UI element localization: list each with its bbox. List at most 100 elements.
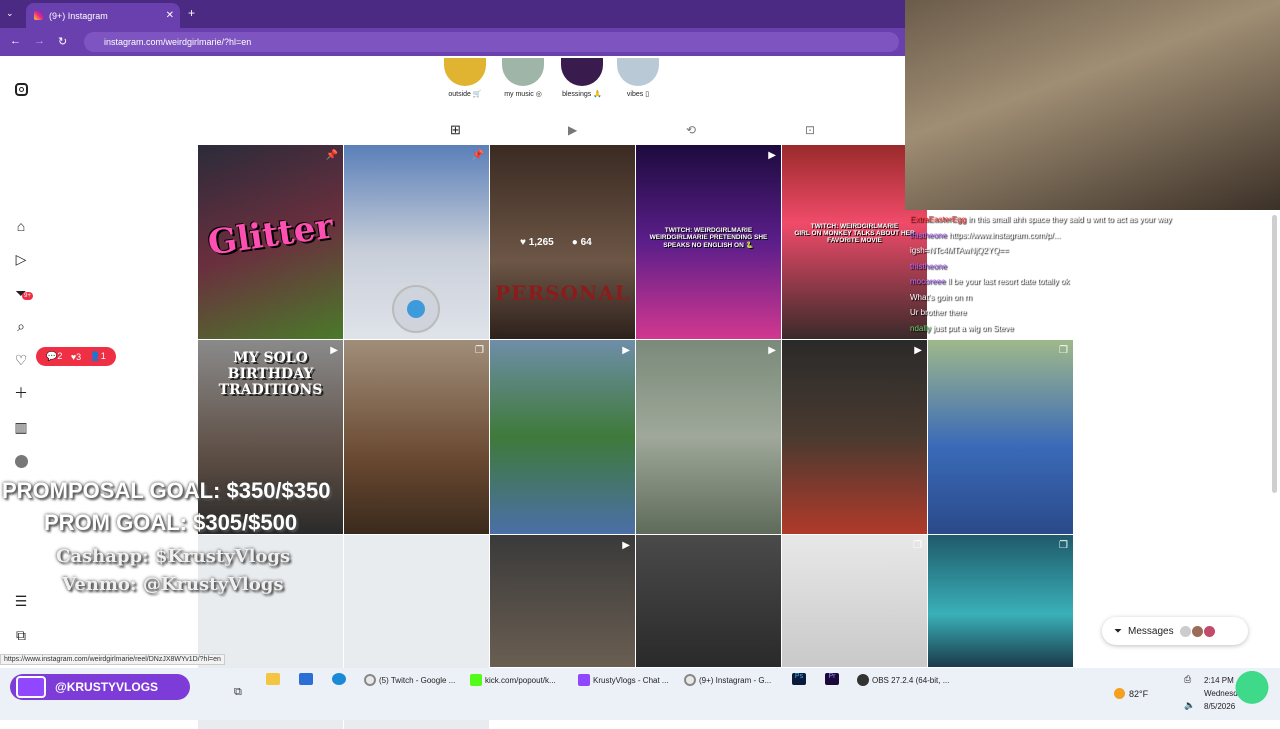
- tagged-tab-icon[interactable]: ⊡: [805, 123, 815, 137]
- post-tile[interactable]: 📌: [344, 145, 489, 339]
- post-tile[interactable]: ▶ MY SOLO BIRTHDAY TRADITIONS: [198, 340, 343, 534]
- instagram-favicon-icon: [34, 11, 43, 20]
- home-icon[interactable]: ⌂: [12, 217, 30, 235]
- chat-line: What's goin on rn: [910, 292, 973, 302]
- post-tile[interactable]: ❐: [344, 340, 489, 534]
- notification-badge: 9+: [22, 292, 33, 300]
- reposts-tab-icon[interactable]: ⟲: [686, 123, 696, 137]
- task-view-icon[interactable]: ⧉: [234, 686, 242, 699]
- file-explorer-icon[interactable]: [266, 673, 280, 685]
- post-overlay-text: TWITCH: WEIRDGIRLMARIE GIRL ON MONKEY TA…: [794, 223, 915, 244]
- new-tab-icon[interactable]: +: [188, 6, 195, 20]
- chat-line: thistheone https://www.instagram.com/p/.…: [910, 230, 1061, 240]
- stream-handle-badge: @KRUSTYVLOGS: [10, 674, 190, 700]
- post-tile[interactable]: ❐: [928, 340, 1073, 534]
- highlight-cover: [502, 58, 544, 86]
- highlight-cover: [444, 58, 486, 86]
- more-menu-icon[interactable]: ☰: [12, 592, 30, 610]
- post-tile-hovered[interactable]: ♥ 1,265 ● 64 PERSONAL: [490, 145, 635, 339]
- also-from-meta-icon[interactable]: ⧉: [12, 626, 30, 644]
- tab-close-icon[interactable]: ✕: [166, 10, 174, 21]
- promposal-goal: PROMPOSAL GOAL: $350/$350: [2, 478, 331, 503]
- krusty-crab-logo: [1230, 664, 1274, 716]
- activity-pill[interactable]: 💬2 ♥3 👤1: [36, 347, 116, 366]
- ipod-wheel-icon: [392, 285, 440, 333]
- reel-icon: ▶: [914, 345, 922, 356]
- webcam-feed: [905, 0, 1280, 210]
- highlight-label: blessings 🙏: [562, 91, 602, 98]
- reels-icon[interactable]: ▷: [12, 250, 30, 268]
- url-text: instagram.com/weirdgirlmarie/?hl=en: [104, 37, 252, 47]
- highlight-blessings[interactable]: blessings 🙏: [553, 58, 611, 98]
- chat-line: igsh=NTc4MTAwNjQ2YQ==: [910, 246, 1009, 255]
- highlight-label: my music ◎: [504, 91, 542, 98]
- reel-icon: ▶: [768, 345, 776, 356]
- messages-filter-icon[interactable]: ⏷ 9+: [12, 284, 33, 302]
- messages-button[interactable]: ⏷ Messages: [1102, 617, 1248, 645]
- search-icon[interactable]: ⌕: [12, 317, 30, 335]
- chrome-icon: [364, 674, 376, 686]
- highlight-outside[interactable]: outside 🛒: [436, 58, 494, 98]
- tray-icon[interactable]: ⎙: [1184, 674, 1191, 685]
- create-icon[interactable]: ＋: [12, 384, 30, 402]
- carousel-icon: ❐: [1059, 345, 1068, 356]
- cashapp-handle: Cashapp: $KrustyVlogs: [56, 546, 291, 567]
- photoshop-icon[interactable]: Ps: [792, 673, 806, 685]
- post-tile[interactable]: ▶ TWITCH: WEIRDGIRLMARIE WEIRDGIRLMARIE …: [636, 145, 781, 339]
- post-tile[interactable]: ❐: [928, 535, 1073, 667]
- chrome-icon: [684, 674, 696, 686]
- post-tile[interactable]: 📌 Glitter: [198, 145, 343, 339]
- highlight-my-music[interactable]: my music ◎: [494, 58, 552, 98]
- highlight-label: vibes ▯: [626, 91, 650, 98]
- chat-line: Ur brother there: [910, 308, 967, 317]
- reel-icon: ▶: [622, 540, 630, 551]
- kick-icon: [470, 674, 482, 686]
- reel-icon: ▶: [768, 150, 776, 161]
- carousel-icon: ❐: [1059, 540, 1068, 551]
- reels-tab-icon[interactable]: ▶: [568, 123, 577, 137]
- taskbar-app-chat[interactable]: KrustyVlogs - Chat ...: [578, 673, 669, 687]
- browser-tab-bar: ⌄ (9+) Instagram ✕ +: [0, 0, 905, 28]
- tab-list-chevron-icon[interactable]: ⌄: [6, 8, 14, 19]
- post-tile[interactable]: ▶: [636, 340, 781, 534]
- pinned-icon: 📌: [471, 150, 484, 161]
- taskbar-app-obs[interactable]: OBS 27.2.4 (64-bit, ...: [857, 673, 949, 687]
- volume-icon[interactable]: 🔈: [1184, 700, 1195, 711]
- post-tile[interactable]: ❐: [782, 535, 927, 667]
- edge-icon[interactable]: [332, 673, 346, 685]
- chat-line: mocoreee ll be your last resort date tot…: [910, 277, 1070, 286]
- profile-avatar[interactable]: [12, 452, 30, 470]
- messages-label: Messages: [1128, 625, 1174, 637]
- post-tile[interactable]: ▶: [782, 340, 927, 534]
- url-field[interactable]: instagram.com/weirdgirlmarie/?hl=en: [84, 32, 899, 52]
- taskbar-app-kick[interactable]: kick.com/popout/k...: [470, 673, 556, 687]
- back-icon[interactable]: ←: [10, 35, 21, 47]
- chat-line: ndally just put a wig on Steve: [910, 323, 1014, 333]
- messages-icon: ⏷: [1114, 625, 1122, 637]
- post-overlay-text: TWITCH: WEIRDGIRLMARIE WEIRDGIRLMARIE PR…: [649, 227, 768, 249]
- comments-count: 💬2: [46, 351, 63, 361]
- notifications-heart-icon[interactable]: ♡: [12, 351, 30, 369]
- scrollbar[interactable]: [1272, 215, 1277, 493]
- highlight-vibes[interactable]: vibes ▯: [609, 58, 667, 98]
- post-tile[interactable]: ▶: [490, 340, 635, 534]
- dashboard-icon[interactable]: ▥: [12, 418, 30, 436]
- message-avatars: [1179, 625, 1215, 637]
- carousel-icon: ❐: [475, 345, 484, 356]
- taskbar-app-twitch[interactable]: (5) Twitch - Google ...: [364, 673, 455, 687]
- reload-icon[interactable]: ↻: [58, 35, 67, 48]
- post-tile[interactable]: [636, 535, 781, 667]
- forward-icon[interactable]: →: [34, 35, 45, 47]
- obs-icon: [857, 674, 869, 686]
- comments-stat: ● 64: [571, 237, 592, 248]
- taskbar-app-instagram[interactable]: (9+) Instagram - G...: [684, 673, 771, 687]
- twitch-icon: [16, 676, 46, 698]
- premiere-icon[interactable]: Pr: [825, 673, 839, 685]
- likes-count: ♥3: [70, 351, 82, 362]
- posts-grid-tab-icon[interactable]: ⊞: [450, 122, 461, 138]
- post-tile[interactable]: ▶: [490, 535, 635, 667]
- browser-tab-instagram[interactable]: (9+) Instagram ✕: [26, 3, 180, 28]
- weather-widget[interactable]: 82°F: [1114, 688, 1148, 699]
- instagram-logo-icon[interactable]: [12, 80, 30, 98]
- store-icon[interactable]: [299, 673, 313, 685]
